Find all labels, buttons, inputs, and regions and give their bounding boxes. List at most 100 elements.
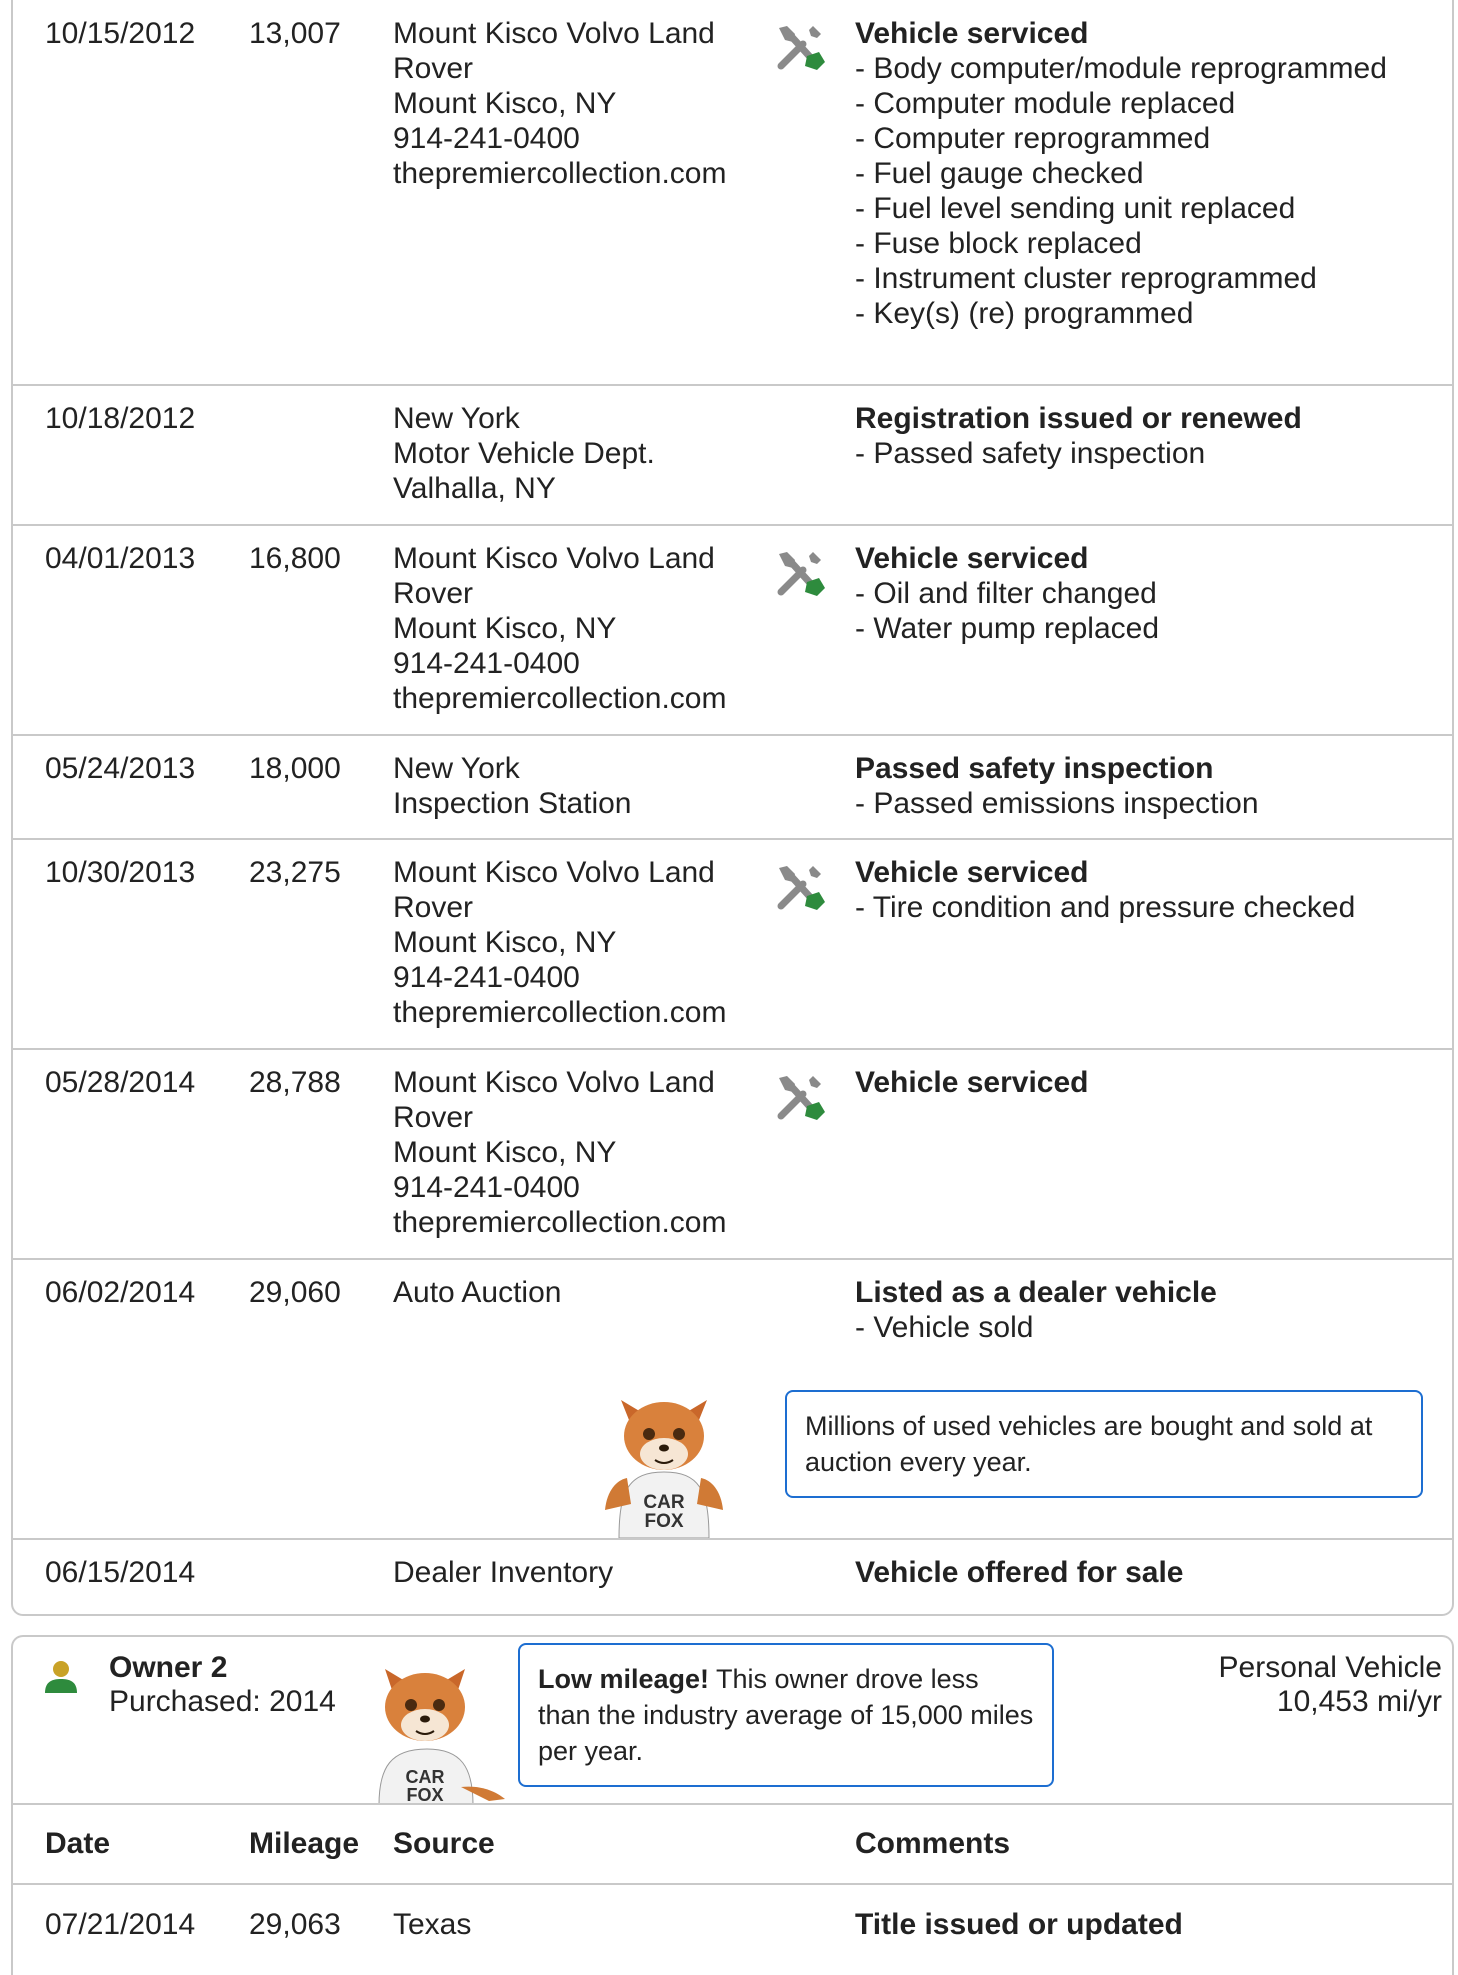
table-row: 05/24/2013 18,000 New York Inspection St… <box>13 736 1452 840</box>
service-wrench-icon <box>773 20 825 72</box>
event-title: Registration issued or renewed <box>855 402 1302 435</box>
event-item: Key(s) (re) programmed <box>855 296 1445 331</box>
row-date: 05/28/2014 <box>45 1066 196 1099</box>
event-item: Oil and filter changed <box>855 576 1445 611</box>
row-date: 10/15/2012 <box>45 17 196 50</box>
vehicle-type: Personal Vehicle <box>1218 1651 1442 1684</box>
source-line: Dealer Inventory <box>393 1556 614 1589</box>
table-row: 05/28/2014 28,788 Mount Kisco Volvo Land… <box>13 1050 1452 1260</box>
source-line: Mount Kisco, NY <box>393 612 617 645</box>
source-line: 914-241-0400 <box>393 647 580 680</box>
event-item: Tire condition and pressure checked <box>855 890 1445 925</box>
row-mileage: 28,788 <box>249 1066 341 1099</box>
row-date: 10/18/2012 <box>45 402 196 435</box>
source-line: Mount Kisco Volvo Land <box>393 17 715 50</box>
event-title: Vehicle serviced <box>855 542 1089 575</box>
event-item: Computer module replaced <box>855 86 1445 121</box>
owner-person-icon <box>43 1659 79 1700</box>
source-line: 914-241-0400 <box>393 961 580 994</box>
vehicle-history-page: 10/15/2012 13,007 Mount Kisco Volvo Land… <box>0 0 1458 1975</box>
header-date: Date <box>45 1827 111 1860</box>
owner-vehicle-type: Personal Vehicle 10,453 mi/yr <box>1219 1651 1442 1719</box>
source-line: 914-241-0400 <box>393 1171 580 1204</box>
source-line: Rover <box>393 52 474 85</box>
tip-bold: Low mileage! <box>538 1664 710 1694</box>
source-line: New York <box>393 402 520 435</box>
event-title: Title issued or updated <box>855 1908 1183 1941</box>
event-title: Passed safety inspection <box>855 752 1214 785</box>
source-line: Mount Kisco Volvo Land <box>393 856 715 889</box>
row-source: Texas <box>393 1908 472 1941</box>
row-source: New York Inspection Station <box>393 751 632 821</box>
row-source: Auto Auction <box>393 1275 561 1310</box>
source-line: Motor Vehicle Dept. <box>393 437 655 470</box>
row-comments: Vehicle serviced Body computer/module re… <box>855 16 1445 331</box>
header-mileage: Mileage <box>249 1827 360 1860</box>
source-line: Valhalla, NY <box>393 472 556 505</box>
event-item: Passed safety inspection <box>855 436 1445 471</box>
event-item: Vehicle sold <box>855 1310 1445 1345</box>
row-date: 06/02/2014 <box>45 1276 196 1309</box>
source-line: Inspection Station <box>393 787 632 820</box>
table-row: 10/15/2012 13,007 Mount Kisco Volvo Land… <box>13 0 1452 386</box>
event-title: Vehicle offered for sale <box>855 1556 1184 1589</box>
source-line: Rover <box>393 577 474 610</box>
miles-per-year: 10,453 mi/yr <box>1276 1685 1442 1718</box>
source-line: Rover <box>393 891 474 924</box>
event-item: Computer reprogrammed <box>855 121 1445 156</box>
low-mileage-tip-bubble: Low mileage! This owner drove less than … <box>518 1643 1054 1787</box>
event-item: Instrument cluster reprogrammed <box>855 261 1445 296</box>
row-mileage: 23,275 <box>249 856 341 889</box>
svg-text:FOX: FOX <box>644 1511 683 1532</box>
carfox-mascot: CAR FOX <box>361 1655 511 1810</box>
row-date: 04/01/2013 <box>45 542 196 575</box>
source-line: New York <box>393 752 520 785</box>
source-line: thepremiercollection.com <box>393 682 727 715</box>
event-title: Listed as a dealer vehicle <box>855 1276 1217 1309</box>
source-line: Auto Auction <box>393 1276 562 1309</box>
table-row: 07/21/2014 29,063 Texas Title issued or … <box>13 1885 1452 1965</box>
svg-text:CAR: CAR <box>406 1767 445 1787</box>
event-title: Vehicle serviced <box>855 856 1089 889</box>
event-item: Passed emissions inspection <box>855 786 1445 821</box>
row-source: Mount Kisco Volvo Land Rover Mount Kisco… <box>393 855 726 1030</box>
row-comments: Vehicle offered for sale <box>855 1555 1445 1590</box>
source-line: thepremiercollection.com <box>393 996 727 1029</box>
source-line: Mount Kisco Volvo Land <box>393 1066 715 1099</box>
owner-name: Owner 2 <box>109 1651 228 1684</box>
event-item: Fuel level sending unit replaced <box>855 191 1445 226</box>
svg-text:CAR: CAR <box>643 1492 684 1513</box>
auction-tip-bubble: Millions of used vehicles are bought and… <box>785 1390 1423 1498</box>
source-line: thepremiercollection.com <box>393 1206 727 1239</box>
row-source: Mount Kisco Volvo Land Rover Mount Kisco… <box>393 541 726 716</box>
table-row: 06/02/2014 29,060 Auto Auction Listed as… <box>13 1260 1452 1540</box>
row-comments: Listed as a dealer vehicle Vehicle sold <box>855 1275 1445 1345</box>
auction-tip-text: Millions of used vehicles are bought and… <box>805 1411 1373 1477</box>
source-line: Mount Kisco, NY <box>393 926 617 959</box>
history-table-owner-1: 10/15/2012 13,007 Mount Kisco Volvo Land… <box>11 0 1454 1616</box>
event-title: Vehicle serviced <box>855 17 1089 50</box>
row-mileage: 29,060 <box>249 1276 341 1309</box>
row-mileage: 29,063 <box>249 1908 341 1941</box>
service-wrench-icon <box>773 546 825 598</box>
row-comments: Vehicle serviced Tire condition and pres… <box>855 855 1445 925</box>
row-date: 10/30/2013 <box>45 856 196 889</box>
row-comments: Vehicle serviced <box>855 1065 1445 1100</box>
table-header: Date Mileage Source Comments <box>13 1803 1452 1885</box>
event-title: Vehicle serviced <box>855 1066 1089 1099</box>
table-row: 04/01/2013 16,800 Mount Kisco Volvo Land… <box>13 526 1452 736</box>
carfox-mascot: CAR FOX <box>599 1380 729 1543</box>
service-wrench-icon <box>773 1070 825 1122</box>
event-item: Body computer/module reprogrammed <box>855 51 1445 86</box>
row-mileage: 16,800 <box>249 542 341 575</box>
row-date: 06/15/2014 <box>45 1556 196 1589</box>
svg-text:FOX: FOX <box>406 1785 443 1805</box>
header-comments: Comments <box>855 1827 1011 1860</box>
source-line: thepremiercollection.com <box>393 157 727 190</box>
header-source: Source <box>393 1827 495 1860</box>
table-row: 10/18/2012 New York Motor Vehicle Dept. … <box>13 386 1452 526</box>
owner-2-section: Owner 2 Purchased: 2014 CAR FOX Low mile… <box>11 1635 1454 1975</box>
source-line: Rover <box>393 1101 474 1134</box>
table-row: 10/30/2013 23,275 Mount Kisco Volvo Land… <box>13 840 1452 1050</box>
row-mileage: 18,000 <box>249 752 341 785</box>
